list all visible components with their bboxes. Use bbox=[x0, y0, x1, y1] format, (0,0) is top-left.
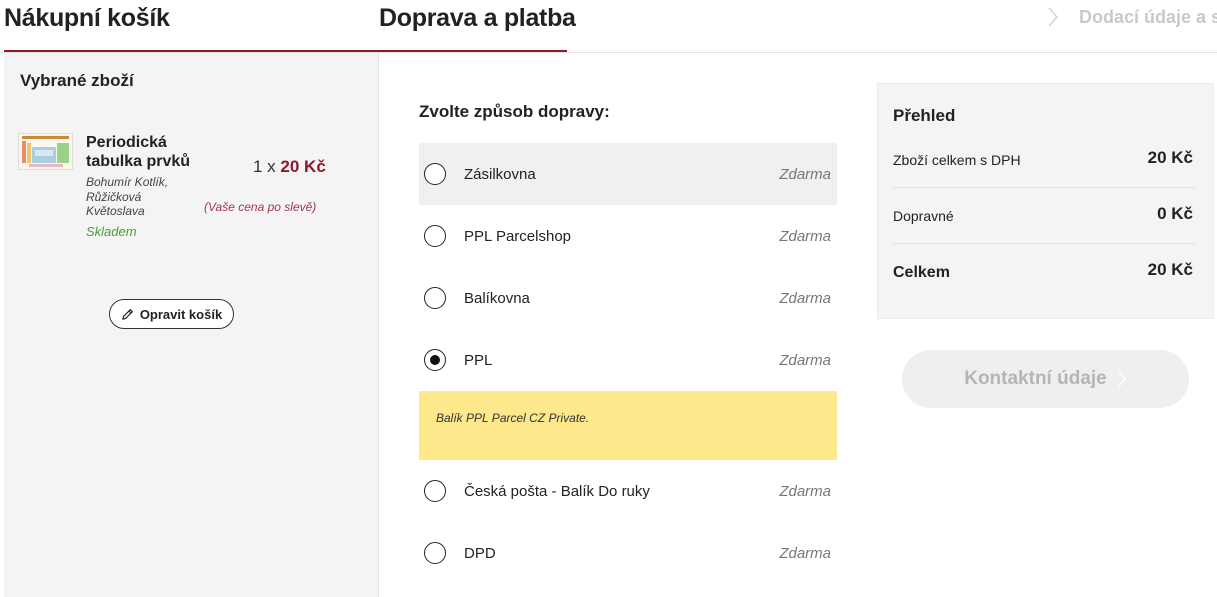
product-author: Bohumír Kotlík, Růžičková Květoslava bbox=[86, 175, 169, 218]
radio-button[interactable] bbox=[424, 163, 446, 185]
radio-button[interactable] bbox=[424, 287, 446, 309]
chevron-right-icon bbox=[1118, 371, 1126, 387]
radio-button[interactable] bbox=[424, 480, 446, 502]
pencil-icon bbox=[122, 308, 133, 320]
summary-row-goods: Zboží celkem s DPH 20 Kč bbox=[893, 132, 1195, 188]
periodic-table-image bbox=[19, 134, 72, 169]
shipping-options-list: Zásilkovna Zdarma PPL Parcelshop Zdarma … bbox=[419, 143, 837, 584]
summary-title: Přehled bbox=[893, 106, 956, 125]
summary-label: Dopravné bbox=[893, 208, 954, 224]
product-thumbnail[interactable] bbox=[18, 133, 73, 170]
shipping-option-ceska-posta[interactable]: Česká pošta - Balík Do ruky Zdarma bbox=[419, 460, 837, 522]
cart-panel: Vybrané zboží Periodická tabulka prvků B… bbox=[4, 53, 379, 597]
order-summary: Přehled Zboží celkem s DPH 20 Kč Dopravn… bbox=[877, 83, 1214, 319]
shipping-option-label: Zásilkovna bbox=[464, 165, 536, 183]
summary-label: Zboží celkem s DPH bbox=[893, 152, 1021, 168]
discount-note: (Vaše cena po slevě) bbox=[204, 200, 317, 214]
shipping-option-balikovna[interactable]: Balíkovna Zdarma bbox=[419, 267, 837, 329]
step-cart[interactable]: Nákupní košík bbox=[4, 4, 170, 33]
summary-row-total: Celkem 20 Kč bbox=[893, 244, 1195, 300]
summary-row-shipping: Dopravné 0 Kč bbox=[893, 188, 1195, 244]
checkout-steps-bar: Nákupní košík Doprava a platba Dodací úd… bbox=[0, 0, 1217, 53]
radio-button-selected[interactable] bbox=[424, 349, 446, 371]
shipping-option-label: PPL bbox=[464, 351, 493, 369]
active-step-indicator bbox=[4, 50, 567, 52]
edit-cart-button[interactable]: Opravit košík bbox=[109, 299, 234, 329]
shipping-option-ppl[interactable]: PPL Zdarma bbox=[419, 329, 837, 391]
edit-cart-label: Opravit košík bbox=[139, 306, 223, 322]
shipping-option-price: Zdarma bbox=[779, 544, 831, 562]
product-quantity-price: 1 x 20 Kč bbox=[253, 157, 326, 177]
summary-value: 0 Kč bbox=[1157, 204, 1193, 223]
cart-panel-title: Vybrané zboží bbox=[20, 71, 134, 90]
shipping-option-dpd[interactable]: DPD Zdarma bbox=[419, 522, 837, 584]
product-quantity: 1 x bbox=[253, 157, 276, 176]
shipping-option-ppl-parcelshop[interactable]: PPL Parcelshop Zdarma bbox=[419, 205, 837, 267]
stock-status: Skladem bbox=[86, 224, 137, 239]
shipping-option-price: Zdarma bbox=[779, 165, 831, 183]
shipping-option-label: PPL Parcelshop bbox=[464, 227, 572, 245]
shipping-section-title: Zvolte způsob dopravy: bbox=[419, 102, 610, 121]
step-shipping-payment: Doprava a platba bbox=[379, 4, 576, 32]
shipping-option-label: Balíkovna bbox=[464, 289, 530, 307]
step-delivery-details: Dodací údaje a so bbox=[1046, 6, 1217, 28]
shipping-option-price: Zdarma bbox=[779, 482, 831, 500]
step-delivery-details-label: Dodací údaje a so bbox=[1079, 6, 1217, 27]
shipping-option-price: Zdarma bbox=[779, 227, 831, 245]
shipping-option-price: Zdarma bbox=[779, 289, 831, 307]
product-name[interactable]: Periodická tabulka prvků bbox=[86, 133, 206, 171]
chevron-right-icon bbox=[1048, 7, 1059, 27]
shipping-option-label: Česká pošta - Balík Do ruky bbox=[464, 482, 650, 500]
radio-button[interactable] bbox=[424, 225, 446, 247]
shipping-option-zasilkovna[interactable]: Zásilkovna Zdarma bbox=[419, 143, 837, 205]
continue-to-contact-button[interactable]: Kontaktní údaje bbox=[902, 350, 1189, 408]
summary-value: 20 Kč bbox=[1147, 148, 1193, 167]
product-price: 20 Kč bbox=[280, 157, 326, 176]
shipping-option-price: Zdarma bbox=[779, 351, 831, 369]
continue-button-label: Kontaktní údaje bbox=[964, 368, 1107, 389]
shipping-option-label: DPD bbox=[464, 544, 496, 562]
selected-shipping-info: Balík PPL Parcel CZ Private. bbox=[419, 391, 837, 460]
radio-button[interactable] bbox=[424, 542, 446, 564]
summary-label: Celkem bbox=[893, 264, 950, 281]
summary-value: 20 Kč bbox=[1147, 260, 1193, 279]
